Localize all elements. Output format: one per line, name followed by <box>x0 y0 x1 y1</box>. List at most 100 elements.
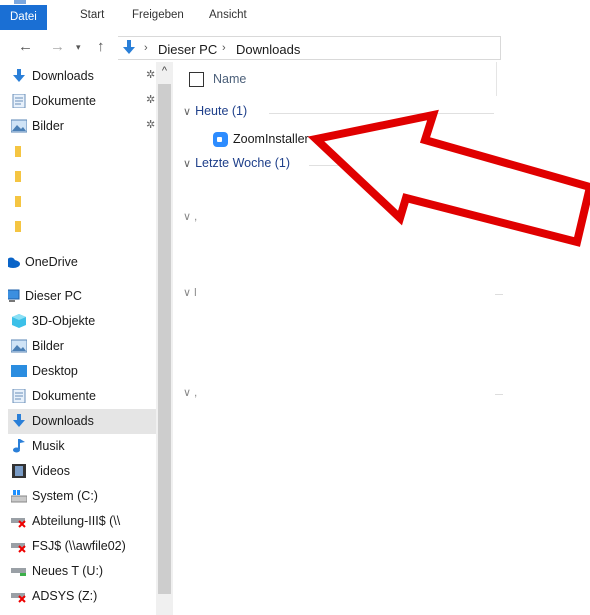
computer-icon <box>8 289 20 302</box>
folder-icon <box>15 196 21 207</box>
zoom-app-icon <box>213 132 228 147</box>
group-header-heute[interactable]: ∨ Heute (1) <box>183 104 494 124</box>
tab-freigeben[interactable]: Freigeben <box>132 9 184 21</box>
download-arrow-icon <box>13 69 25 82</box>
file-list: Name ∨ Heute (1) ZoomInstaller ∨ Letzte Wo… <box>173 62 590 615</box>
sidebar-item-label: Dokumente <box>32 389 96 403</box>
sidebar-item-bilder-pinned[interactable]: Bilder ✲ <box>8 114 156 139</box>
group-divider-line <box>269 113 494 114</box>
ribbon: Datei Start Freigeben Ansicht <box>0 0 590 30</box>
sidebar-item-3d-objekte[interactable]: 3D-Objekte <box>8 309 156 334</box>
sidebar-item-folder[interactable] <box>8 164 156 189</box>
sidebar-item-label: Abteilung-III$ (\\ <box>32 514 121 528</box>
title-bar-fragment <box>14 0 26 4</box>
pictures-icon <box>11 339 27 353</box>
sidebar-item-label: Desktop <box>32 364 78 378</box>
sidebar-item-bilder[interactable]: Bilder <box>8 334 156 359</box>
group-divider-line <box>309 165 494 166</box>
drive-icon <box>11 490 27 503</box>
folder-icon <box>15 146 21 157</box>
sidebar-item-label: ADSYS (Z:) <box>32 589 98 603</box>
folder-icon <box>15 171 21 182</box>
navigation-scrollbar[interactable]: ^ <box>156 62 173 615</box>
sidebar-item-adsys[interactable]: ADSYS (Z:) <box>8 584 156 609</box>
sidebar-item-dieser-pc[interactable]: Dieser PC <box>8 284 156 309</box>
tab-start[interactable]: Start <box>80 9 104 21</box>
recent-chevron-down-icon[interactable]: ▾ <box>76 42 81 53</box>
sidebar-item-desktop[interactable]: Desktop <box>8 359 156 384</box>
group-header-collapsed[interactable]: ∨ , <box>183 210 197 223</box>
scroll-up-chevron-icon[interactable]: ^ <box>156 65 173 77</box>
forward-arrow-icon[interactable]: → <box>50 38 65 55</box>
network-drive-disconnected-icon <box>11 518 26 528</box>
sidebar-item-label: OneDrive <box>25 255 78 269</box>
column-divider[interactable] <box>496 62 497 96</box>
group-header-letzte-woche[interactable]: ∨ Letzte Woche (1) <box>183 156 494 176</box>
navigation-pane: Downloads ✲ Dokumente ✲ Bilder ✲ OneDriv… <box>0 62 156 615</box>
sidebar-item-system-c[interactable]: System (C:) <box>8 484 156 509</box>
select-all-checkbox[interactable] <box>189 72 204 87</box>
tab-datei[interactable]: Datei <box>0 5 47 30</box>
sidebar-item-neues-t[interactable]: Neues T (U:) <box>8 559 156 584</box>
sidebar-item-downloads-selected[interactable]: Downloads <box>8 409 156 434</box>
column-header: Name <box>173 62 498 96</box>
sidebar-item-dokumente[interactable]: Dokumente <box>8 384 156 409</box>
sidebar-item-label: Musik <box>32 439 65 453</box>
tab-ansicht[interactable]: Ansicht <box>209 9 247 21</box>
group-divider-line <box>495 294 503 295</box>
pin-icon[interactable]: ✲ <box>146 118 155 131</box>
download-arrow-icon <box>13 414 25 427</box>
folder-icon <box>15 221 21 232</box>
desktop-icon <box>11 365 27 377</box>
group-header-collapsed[interactable]: ∨ , <box>183 386 197 399</box>
pictures-icon <box>11 119 27 133</box>
chevron-down-icon: ∨ <box>183 106 192 118</box>
sidebar-item-dokumente-pinned[interactable]: Dokumente ✲ <box>8 89 156 114</box>
breadcrumb-separator[interactable]: › <box>222 42 226 54</box>
sidebar-item-folder[interactable] <box>8 189 156 214</box>
sidebar-item-label: Dokumente <box>32 94 96 108</box>
address-box[interactable]: › Dieser PC › Downloads <box>118 36 501 60</box>
network-drive-disconnected-icon <box>11 593 26 603</box>
sidebar-item-fsj[interactable]: FSJ$ (\\awfile02) <box>8 534 156 559</box>
up-arrow-icon[interactable]: ↑ <box>97 38 105 55</box>
document-icon <box>12 94 26 108</box>
sidebar-item-musik[interactable]: Musik <box>8 434 156 459</box>
group-label: Heute (1) <box>195 104 248 118</box>
network-drive-icon <box>11 568 26 576</box>
sidebar-item-label: Dieser PC <box>25 289 82 303</box>
sidebar-item-label: Bilder <box>32 119 64 133</box>
group-divider-line <box>495 394 503 395</box>
music-note-icon <box>13 439 25 453</box>
network-drive-disconnected-icon <box>11 543 26 553</box>
sidebar-item-label: Bilder <box>32 339 64 353</box>
sidebar-item-label: Videos <box>32 464 70 478</box>
sidebar-item-videos[interactable]: Videos <box>8 459 156 484</box>
address-bar-row: ← → ▾ ↑ › Dieser PC › Downloads <box>0 34 590 60</box>
file-name: ZoomInstaller <box>233 132 309 146</box>
scrollbar-thumb[interactable] <box>158 84 171 594</box>
group-header-collapsed[interactable]: ∨ l <box>183 286 197 299</box>
sidebar-item-label: FSJ$ (\\awfile02) <box>32 539 126 553</box>
sidebar-item-label: Neues T (U:) <box>32 564 104 578</box>
chevron-down-icon: ∨ <box>183 158 192 170</box>
cube-icon <box>12 314 26 328</box>
sidebar-item-onedrive[interactable]: OneDrive <box>8 250 156 275</box>
sidebar-item-label: System (C:) <box>32 489 98 503</box>
pin-icon[interactable]: ✲ <box>146 93 155 106</box>
back-arrow-icon[interactable]: ← <box>18 38 33 55</box>
sidebar-item-downloads-pinned[interactable]: Downloads ✲ <box>8 64 156 89</box>
cloud-icon <box>8 257 20 268</box>
document-icon <box>12 389 26 403</box>
sidebar-item-abteilung-iii[interactable]: Abteilung-III$ (\\ <box>8 509 156 534</box>
sidebar-item-label: Downloads <box>32 414 94 428</box>
film-icon <box>12 464 26 478</box>
breadcrumb-downloads[interactable]: Downloads <box>236 42 300 57</box>
group-label: Letzte Woche (1) <box>195 156 291 170</box>
column-name-header[interactable]: Name <box>213 72 246 86</box>
pin-icon[interactable]: ✲ <box>146 68 155 81</box>
sidebar-item-folder[interactable] <box>8 139 156 164</box>
breadcrumb-dieser-pc[interactable]: Dieser PC <box>158 42 217 57</box>
breadcrumb-separator[interactable]: › <box>144 42 148 54</box>
sidebar-item-folder[interactable] <box>8 214 156 239</box>
